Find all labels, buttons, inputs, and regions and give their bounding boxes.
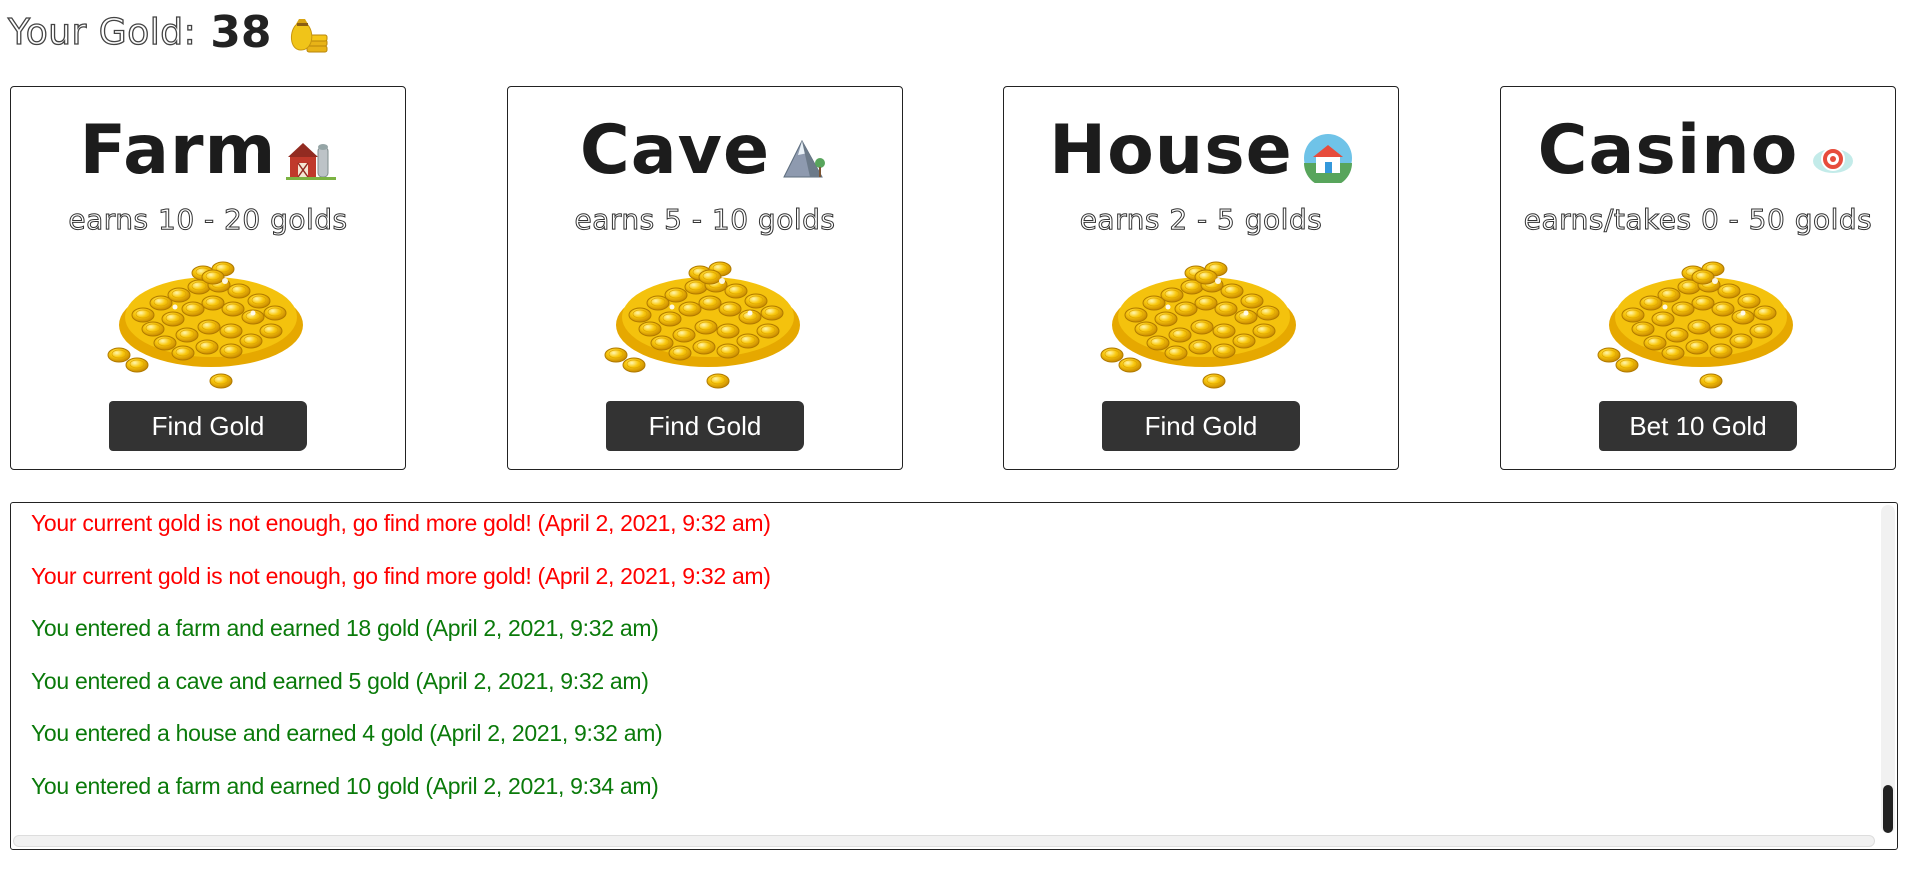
barn-icon: [286, 133, 337, 183]
log-entry: Your current gold is not enough, go find…: [31, 510, 771, 536]
mountain-icon: [780, 133, 830, 183]
activity-log[interactable]: Your current gold is not enough, go find…: [10, 502, 1898, 850]
log-entry: You entered a cave and earned 5 gold (Ap…: [31, 667, 649, 694]
gold-label: Your Gold:: [7, 11, 197, 53]
casino-bet-button[interactable]: Bet 10 Gold: [1599, 401, 1797, 451]
house-find-gold-button[interactable]: Find Gold: [1102, 401, 1300, 451]
house-icon: [1303, 133, 1353, 187]
horizontal-scrollbar[interactable]: [13, 835, 1875, 847]
farm-card: Farm earns 10 - 20 golds Find Gold: [10, 86, 406, 470]
card-title-row: Casino: [1501, 111, 1895, 190]
cave-find-gold-button[interactable]: Find Gold: [606, 401, 804, 451]
card-title-row: Farm: [11, 111, 405, 190]
log-list: Your current gold is not enough, go find…: [31, 503, 771, 812]
gold-amount: 38: [210, 6, 272, 58]
casino-chip-icon: [1808, 133, 1858, 183]
vertical-scrollbar[interactable]: [1881, 505, 1895, 833]
casino-title: Casino: [1537, 111, 1799, 190]
card-title-row: House: [1004, 111, 1398, 190]
gold-coins-image: [103, 255, 313, 395]
card-title-row: Cave: [508, 111, 902, 190]
location-cards: Farm earns 10 - 20 golds Find Gold Cave …: [10, 86, 1898, 472]
moneybag-icon: [285, 10, 329, 54]
casino-card: Casino earns/takes 0 - 50 golds Bet 10 G…: [1500, 86, 1896, 470]
gold-coins-image: [1593, 255, 1803, 395]
log-entry: You entered a house and earned 4 gold (A…: [31, 720, 663, 746]
gold-coins-image: [1096, 255, 1306, 395]
log-entry: You entered a farm and earned 10 gold (A…: [31, 772, 659, 799]
vertical-scrollbar-thumb[interactable]: [1883, 785, 1893, 833]
cave-earns-text: earns 5 - 10 golds: [574, 203, 836, 237]
farm-find-gold-button[interactable]: Find Gold: [109, 401, 307, 451]
cave-title: Cave: [579, 111, 771, 190]
log-entry: You entered a farm and earned 18 gold (A…: [31, 615, 659, 641]
house-earns-text: earns 2 - 5 golds: [1079, 203, 1323, 237]
gold-coins-image: [600, 255, 810, 395]
farm-title: Farm: [79, 111, 277, 190]
house-title: House: [1049, 111, 1293, 190]
log-entry: Your current gold is not enough, go find…: [31, 562, 771, 589]
cave-card: Cave earns 5 - 10 golds Find Gold: [507, 86, 903, 470]
casino-earns-text: earns/takes 0 - 50 golds: [1523, 203, 1873, 237]
farm-earns-text: earns 10 - 20 golds: [68, 203, 348, 237]
house-card: House earns 2 - 5 golds Find Gold: [1003, 86, 1399, 470]
gold-header: Your Gold: 38: [7, 4, 329, 60]
